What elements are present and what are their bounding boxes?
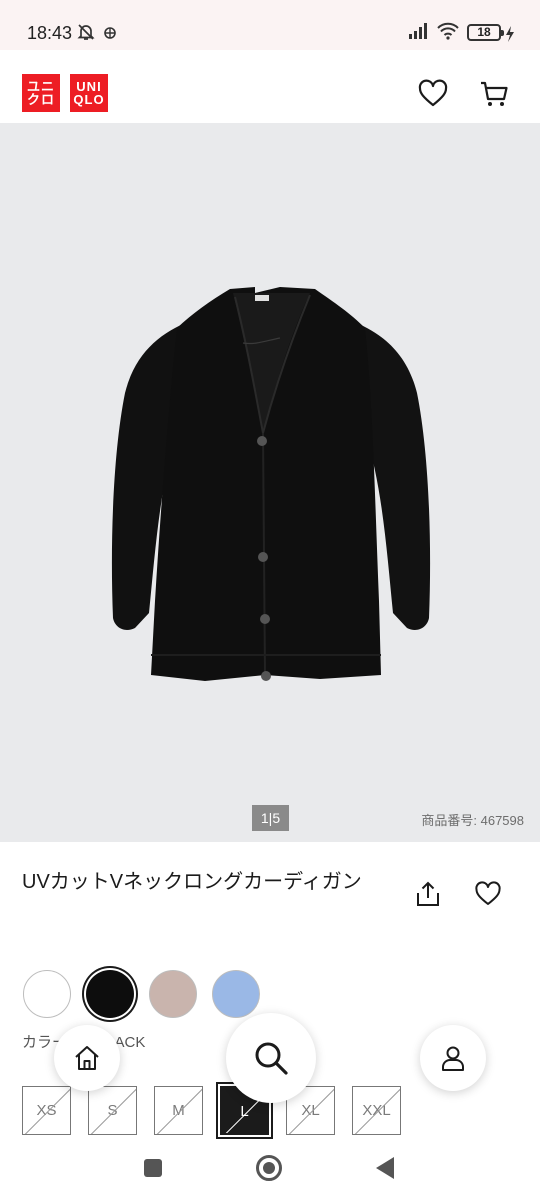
back-icon[interactable] [376,1157,394,1179]
favorites-heart-icon[interactable] [417,78,449,110]
wifi-icon [437,22,459,40]
color-swatch-black[interactable] [86,970,134,1018]
charging-icon [506,26,514,42]
app-header: ユニ クロ UNI QLO [0,50,540,123]
search-button[interactable] [226,1013,316,1103]
color-swatch-blue[interactable] [212,970,260,1018]
system-nav-bar [0,1140,540,1200]
color-swatch-white[interactable] [23,970,71,1018]
product-image-cardigan [111,287,431,681]
status-time: 18:43 [27,23,73,43]
size-option-m[interactable]: M [154,1086,203,1135]
product-image-gallery[interactable]: 1|5 商品番号: 467598 [0,123,540,842]
screen: 18:43 18 ユニ クロ UNI QLO 1|5 商品番号: 467598 … [0,0,540,1200]
recent-apps-icon[interactable] [144,1159,162,1177]
size-option-xxl[interactable]: XXL [352,1086,401,1135]
cart-icon[interactable] [478,78,510,110]
signal-icon [409,23,427,39]
uniqlo-logo-katakana[interactable]: ユニ クロ [22,74,60,112]
product-title: UVカットVネックロングカーディガン [22,871,362,893]
size-option-s[interactable]: S [88,1086,137,1135]
bell-off-icon [77,24,95,40]
size-option-xs[interactable]: XS [22,1086,71,1135]
color-swatch-beige[interactable] [149,970,197,1018]
favorite-heart-icon[interactable] [474,880,502,908]
image-pager: 1|5 [252,805,289,831]
share-icon[interactable] [414,880,442,908]
app-notification-icon [104,27,116,39]
home-button[interactable] [54,1025,120,1091]
status-bar: 18:43 18 [0,0,540,50]
search-icon [255,1042,288,1075]
home-icon [75,1046,99,1070]
user-icon [442,1046,464,1071]
item-code: 商品番号: 467598 [421,813,524,828]
account-button[interactable] [420,1025,486,1091]
uniqlo-logo-latin[interactable]: UNI QLO [70,74,108,112]
battery-indicator: 18 [467,24,504,41]
home-nav-icon[interactable] [256,1155,282,1181]
